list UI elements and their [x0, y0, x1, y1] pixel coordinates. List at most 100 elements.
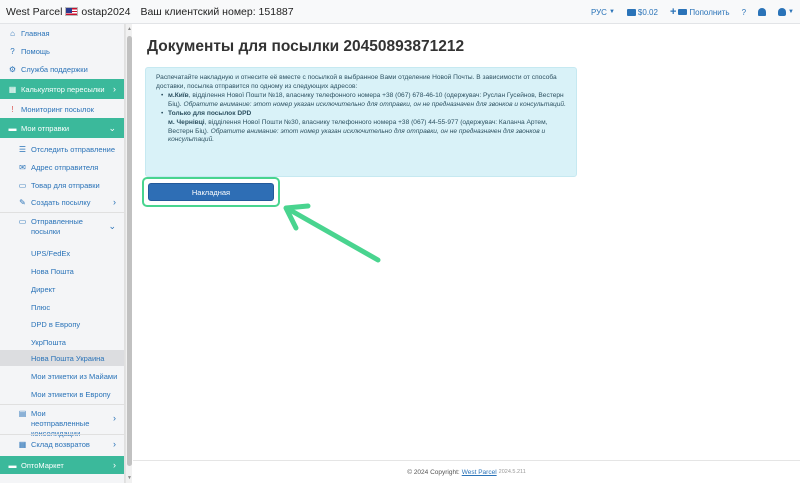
sidebar-item-labels-miami[interactable]: Мои этикетки из Майами: [0, 369, 124, 383]
footer-copyright: © 2024 Copyright:: [407, 468, 460, 476]
footer-version: 2024.5.211: [498, 469, 526, 475]
sidebar-item-carrier-ups[interactable]: UPS/FedEx: [0, 246, 124, 260]
edit-icon: ✎: [19, 197, 26, 207]
sidebar-item-label: Калькулятор пересылки: [21, 84, 105, 94]
question-icon: ?: [10, 46, 15, 56]
sidebar-scrollbar[interactable]: ▲ ▼: [125, 24, 132, 483]
sidebar-item-track[interactable]: ☰ Отследить отправление: [0, 142, 124, 156]
sidebar-item-label: ОптоМаркет: [21, 460, 64, 470]
topup-button[interactable]: + Пополнить: [664, 6, 736, 18]
scrollbar-thumb[interactable]: [127, 36, 132, 466]
divider: [0, 434, 124, 435]
language-label: РУС: [590, 7, 607, 17]
info-intro: Распечатайте накладную и отнесите её вме…: [156, 74, 557, 90]
sidebar-item-sent-parcels[interactable]: ▭ Отправленные посылки ⌄: [0, 214, 124, 240]
sidebar-item-returns-warehouse[interactable]: ▦ Склад возвратов ›: [0, 436, 124, 452]
sidebar-item-carrier-novaposhta-ukraine[interactable]: Нова Пошта Украина: [0, 350, 124, 366]
pointer-arrow-icon: [283, 203, 381, 263]
question-icon: ?: [741, 7, 747, 17]
divider: [0, 212, 124, 213]
chevron-down-icon: ▼: [608, 9, 615, 15]
cart-icon: ▬: [8, 460, 17, 470]
sidebar-item-label: Нова Пошта: [31, 266, 74, 276]
sidebar-item-carrier-direct[interactable]: Директ: [0, 282, 124, 296]
sidebar-item-label: УкрПошта: [31, 337, 66, 347]
sidebar-item-carrier-dpd[interactable]: DPD в Европу: [0, 317, 124, 331]
home-icon: ⌂: [10, 28, 15, 38]
sidebar-item-label: Создать посылку: [31, 197, 91, 207]
chevron-down-icon: ⌄: [108, 221, 116, 231]
balance[interactable]: $0.02: [621, 8, 664, 17]
balance-value: $0.02: [637, 7, 658, 17]
sidebar-item-carrier-ukrposhta[interactable]: УкрПошта: [0, 335, 124, 349]
sidebar-item-label: Склад возвратов: [31, 439, 90, 449]
help-button[interactable]: ?: [736, 8, 752, 17]
scroll-up-icon[interactable]: ▲: [127, 26, 132, 32]
us-flag-icon: [65, 7, 79, 16]
address-city: м. Чернівці: [168, 118, 205, 126]
calculator-icon: ▦: [8, 84, 17, 94]
sidebar-item-carrier-novaposhta[interactable]: Нова Пошта: [0, 264, 124, 278]
sidebar-item-optmarket[interactable]: ▬ ОптоМаркет ›: [0, 456, 124, 474]
truck-icon: ▬: [8, 123, 17, 133]
notifications-button[interactable]: [752, 8, 772, 16]
sidebar-item-help[interactable]: ? Помощь: [0, 44, 124, 58]
sidebar-item-label: Директ: [31, 284, 56, 294]
wallet-icon: [626, 8, 636, 16]
footer-link[interactable]: West Parcel: [462, 469, 497, 476]
client-number: Ваш клиентский номер: 151887: [140, 5, 294, 18]
sidebar-item-label: Плюс: [31, 302, 51, 312]
divider: [0, 404, 124, 405]
brand[interactable]: West Parcel ostap2024: [0, 6, 130, 18]
gear-icon: ⚙: [8, 64, 17, 74]
top-right-menu: РУС ▼ $0.02 + Пополнить ? ▼: [585, 0, 800, 24]
user-icon: [778, 8, 787, 16]
sidebar-item-label: Мои этикетки в Европу: [31, 389, 111, 399]
address-item: м.Київ, відділення Нової Пошти №18, влас…: [161, 92, 566, 109]
sidebar-item-label: Главная: [21, 28, 50, 38]
envelope-icon: ✉: [19, 162, 26, 172]
chevron-right-icon: ›: [113, 84, 116, 94]
warehouse-icon: ▦: [18, 439, 27, 449]
sidebar-item-create-parcel[interactable]: ✎ Создать посылку ›: [0, 194, 124, 210]
sidebar-item-label: Мониторинг посылок: [21, 104, 94, 114]
page-title: Документы для посылки 20450893871212: [147, 38, 465, 55]
sidebar-item-home[interactable]: ⌂ Главная: [0, 26, 124, 40]
brand-name[interactable]: West Parcel: [6, 6, 62, 18]
sidebar-item-labels-europe[interactable]: Мои этикетки в Европу: [0, 387, 124, 401]
box-icon: ▭: [18, 180, 27, 190]
sidebar-item-label: Отправленные посылки: [31, 217, 83, 236]
scroll-down-icon[interactable]: ▼: [127, 475, 132, 481]
address-city: м.Київ: [168, 92, 189, 100]
address-note: Обратите внимание: этот номер указан иск…: [183, 100, 566, 108]
sidebar-item-label: Служба поддержки: [21, 64, 88, 74]
waybill-button[interactable]: Накладная: [148, 183, 274, 201]
sidebar-item-carrier-plus[interactable]: Плюс: [0, 300, 124, 314]
sidebar-item-label: Отследить отправление: [31, 144, 116, 154]
sidebar-item-label: Нова Пошта Украина: [31, 353, 105, 363]
footer: © 2024 Copyright: West Parcel 2024.5.211: [133, 460, 800, 483]
chevron-right-icon: ›: [113, 197, 116, 207]
waybill-button-highlight: Накладная: [142, 177, 280, 207]
sidebar-item-label: UPS/FedEx: [31, 248, 71, 258]
box-icon: ▭: [18, 217, 27, 226]
user-menu[interactable]: ▼: [772, 8, 800, 16]
chevron-down-icon: ▼: [788, 9, 794, 15]
plus-icon: +: [669, 6, 677, 18]
address-list: м.Київ, відділення Нової Пошти №18, влас…: [156, 92, 566, 145]
layers-icon: ▤: [18, 409, 27, 418]
sidebar-item-support[interactable]: ⚙ Служба поддержки: [0, 62, 124, 76]
chevron-right-icon: ›: [113, 439, 116, 449]
sidebar-item-goods[interactable]: ▭ Товар для отправки: [0, 178, 124, 192]
sidebar-item-my-shipments[interactable]: ▬ Мои отправки ⌄: [0, 118, 124, 138]
sidebar-item-unsent-consolidations[interactable]: ▤Мои неотправленные консолидации›: [0, 406, 124, 438]
sidebar-item-monitoring[interactable]: ! Мониторинг посылок: [0, 102, 124, 116]
sidebar-item-label: Товар для отправки: [31, 180, 100, 190]
language-dropdown[interactable]: РУС ▼: [585, 8, 621, 17]
sidebar-item-calculator[interactable]: ▦ Калькулятор пересылки ›: [0, 79, 124, 99]
top-navbar: West Parcel ostap2024 Ваш клиентский ном…: [0, 0, 800, 24]
sidebar-item-sender-address[interactable]: ✉ Адрес отправителя: [0, 160, 124, 174]
chevron-down-icon: ⌄: [108, 122, 116, 133]
address-heading: Только для посылок DPD: [168, 110, 252, 118]
username[interactable]: ostap2024: [81, 6, 130, 18]
